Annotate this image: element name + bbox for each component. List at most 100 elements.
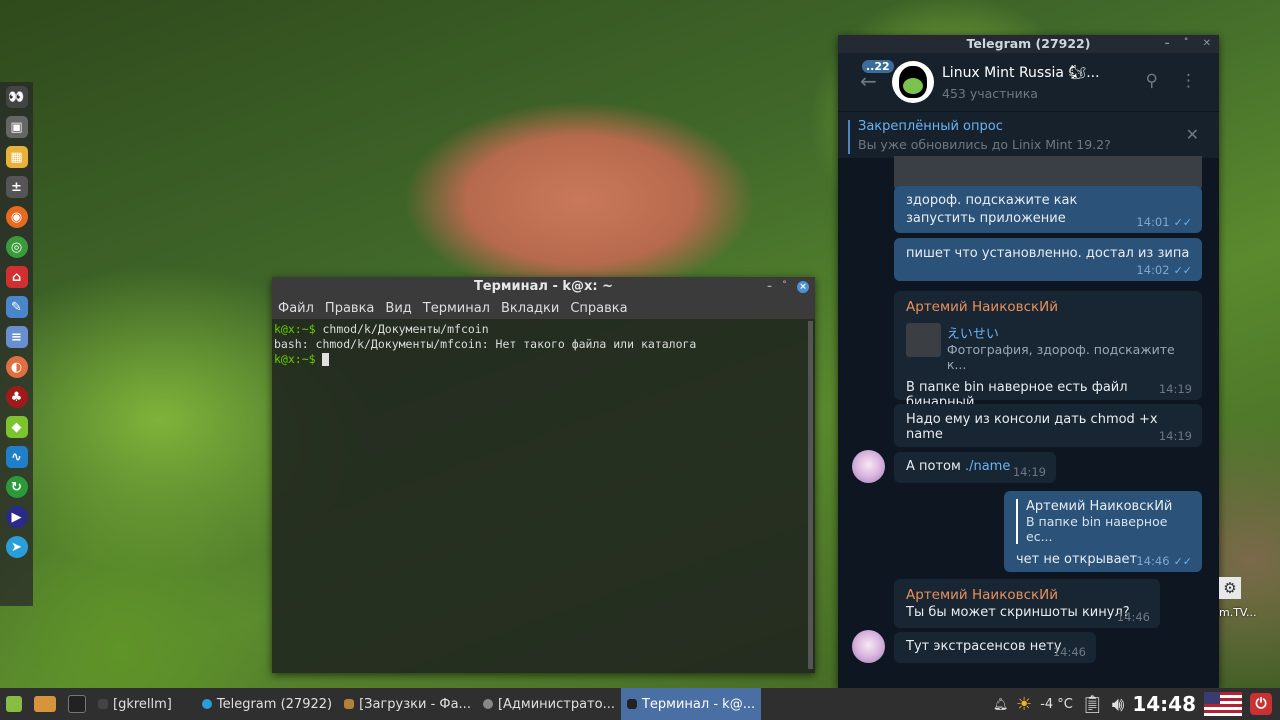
message-text: пишет что установленно. достал из зипа xyxy=(906,246,1190,261)
keyboard-layout-flag-icon[interactable] xyxy=(1204,692,1242,716)
eyes-icon[interactable]: 👀 xyxy=(5,86,28,108)
message-time: 14:19 xyxy=(1158,382,1192,396)
cherry-icon[interactable]: ♣ xyxy=(5,386,28,408)
telegram-dock-icon[interactable]: ➤ xyxy=(5,536,28,558)
taskbar-item-label: [Загрузки - Фа... xyxy=(359,696,471,712)
files-launcher[interactable] xyxy=(28,688,62,720)
terminal-launcher[interactable] xyxy=(62,688,92,720)
terminal-scrollbar[interactable] xyxy=(808,321,813,669)
message-time: 14:19 xyxy=(1012,465,1046,479)
message-time: 14:46 xyxy=(1136,554,1170,568)
cube-app-icon[interactable]: ◆ xyxy=(5,416,28,438)
menu-tabs[interactable]: Вкладки xyxy=(501,301,559,316)
menu-terminal[interactable]: Терминал xyxy=(423,301,490,316)
message-bubble[interactable]: пишет что установленно. достал из зипа 1… xyxy=(894,238,1202,281)
message-sender[interactable]: Артемий НаиковскИй xyxy=(906,299,1190,315)
terminal-line: k@x:~$ xyxy=(274,352,813,367)
menu-help[interactable]: Справка xyxy=(570,301,627,316)
chromium-icon[interactable]: ◐ xyxy=(5,356,28,378)
close-button[interactable]: ✕ xyxy=(1203,35,1211,53)
terminal-titlebar[interactable]: Терминал - k@x: ~ – ˚ × xyxy=(272,277,815,297)
terminal-input xyxy=(316,352,323,366)
message-bubble[interactable]: здороф. подскажите как запустить приложе… xyxy=(894,186,1202,233)
user-avatar[interactable] xyxy=(852,630,885,663)
calculator-icon[interactable]: ± xyxy=(5,176,28,198)
taskbar-item-label: Терминал - k@... xyxy=(641,696,756,712)
message-text: А потом xyxy=(906,459,965,474)
message-time: 14:01 xyxy=(1136,215,1170,229)
folder-icon xyxy=(34,696,56,712)
window-icon xyxy=(98,699,108,709)
left-dock: 👀 ▣ ▦ ± ◉ ◎ ⌂ ✎ ≡ ◐ ♣ ◆ ∿ ↻ ▶ ➤ xyxy=(0,82,33,606)
volume-icon[interactable]: 🔊︎ xyxy=(1112,692,1125,716)
app-store-icon[interactable]: ⌂ xyxy=(5,266,28,288)
read-check-icon: ✓✓ xyxy=(1173,216,1192,229)
taskbar-item-label: Telegram (27922) xyxy=(216,696,333,712)
mint-logo-icon xyxy=(6,696,22,712)
media-player-icon[interactable]: ▶ xyxy=(5,506,28,528)
maximize-button[interactable]: ˚ xyxy=(782,277,787,297)
message-sender[interactable]: Артемий НаиковскИй xyxy=(906,587,1148,603)
sync-app-icon[interactable]: ↻ xyxy=(5,476,28,498)
minimize-button[interactable]: – xyxy=(767,277,772,297)
system-monitor-icon[interactable]: ∿ xyxy=(5,446,28,468)
show-desktop-icon[interactable]: ▣ xyxy=(5,116,28,138)
close-button[interactable]: × xyxy=(797,281,809,293)
more-options-icon[interactable]: ⋮ xyxy=(1180,71,1197,91)
close-pinned-icon[interactable]: ✕ xyxy=(1186,125,1199,144)
message-bubble[interactable]: Артемий НаиковскИй Ты бы может скриншоты… xyxy=(894,579,1160,628)
message-text: Ты бы может скриншоты кинул? xyxy=(906,605,1130,620)
minimize-button[interactable]: – xyxy=(1165,35,1170,53)
message-text: здороф. подскажите как запустить приложе… xyxy=(906,193,1078,226)
mint-menu-button[interactable] xyxy=(0,688,28,720)
gear-icon[interactable]: ⚙ xyxy=(1219,577,1241,599)
terminal-window[interactable]: Терминал - k@x: ~ – ˚ × Файл Правка Вид … xyxy=(272,277,815,673)
weather-icon[interactable]: ☀ xyxy=(1016,694,1032,715)
pinned-message[interactable]: Закреплённый опрос Вы уже обновились до … xyxy=(838,111,1219,158)
quote-thumbnail xyxy=(906,323,941,357)
chat-title[interactable]: Linux Mint Russia 🐿... xyxy=(942,65,1100,81)
terminal-prompt: k@x:~$ xyxy=(274,352,316,366)
message-bubble[interactable]: А потом ./name 14:19 xyxy=(894,452,1056,483)
taskbar-item-terminal[interactable]: Терминал - k@... xyxy=(620,688,762,720)
terminal-content[interactable]: k@x:~$ chmod/k/Документы/mfcoin bash: ch… xyxy=(272,319,815,370)
weather-temperature[interactable]: -4 °C xyxy=(1040,697,1073,712)
power-icon[interactable]: ⏻ xyxy=(1250,693,1272,715)
message-link[interactable]: ./name xyxy=(965,459,1010,474)
files-app-icon[interactable]: ▦ xyxy=(5,146,28,168)
photo-preview[interactable] xyxy=(894,156,1202,190)
message-text: Надо ему из консоли дать chmod +x name xyxy=(906,412,1158,442)
search-icon[interactable]: ⚲ xyxy=(1146,71,1158,91)
message-list[interactable]: здороф. подскажите как запустить приложе… xyxy=(838,156,1219,688)
taskbar-item-telegram[interactable]: Telegram (27922) xyxy=(178,688,338,720)
message-time: 14:46 xyxy=(1052,645,1086,659)
quote-text: Фотография, здороф. подскажите к... xyxy=(946,342,1175,372)
maximize-button[interactable]: ˚ xyxy=(1184,35,1189,53)
browser-icon xyxy=(482,699,493,709)
firefox-icon[interactable]: ◉ xyxy=(5,206,28,228)
message-bubble[interactable]: Надо ему из консоли дать chmod +x name 1… xyxy=(894,404,1202,447)
message-bubble[interactable]: Артемий НаиковскИй えいせい Фотография, здор… xyxy=(894,291,1202,410)
menu-edit[interactable]: Правка xyxy=(325,301,374,316)
taskbar-item-gkrellm[interactable]: [gkrellm] xyxy=(92,688,178,720)
message-bubble[interactable]: Тут экстрасенсов нету 14:46 xyxy=(894,632,1096,663)
text-editor-icon[interactable]: ≡ xyxy=(5,326,28,348)
folder-icon xyxy=(344,699,355,709)
unread-count: 22 xyxy=(874,60,890,73)
chat-avatar[interactable] xyxy=(892,61,934,103)
taskbar-item-downloads[interactable]: [Загрузки - Фа... xyxy=(338,688,477,720)
quote-text: В папке bin наверное ес... xyxy=(1026,514,1168,544)
clipboard-icon[interactable]: 📋︎ xyxy=(1081,694,1104,715)
image-editor-icon[interactable]: ✎ xyxy=(5,296,28,318)
menu-file[interactable]: Файл xyxy=(278,301,314,316)
taskbar-item-admin[interactable]: [Администрато... xyxy=(477,688,621,720)
notification-bell-icon[interactable]: 🔔︎ xyxy=(993,697,1008,711)
message-bubble[interactable]: Артемий НаиковскИй В папке bin наверное … xyxy=(1004,491,1202,572)
chrome-icon[interactable]: ◎ xyxy=(5,236,28,258)
desktop-widget-label: m.TV... xyxy=(1219,606,1257,619)
clock[interactable]: 14:48 xyxy=(1132,692,1196,716)
telegram-titlebar[interactable]: Telegram (27922) – ˚ ✕ xyxy=(838,35,1219,53)
menu-view[interactable]: Вид xyxy=(385,301,411,316)
user-avatar[interactable] xyxy=(852,450,885,483)
telegram-window[interactable]: Telegram (27922) – ˚ ✕ ← ..22 Linux Mint R… xyxy=(838,35,1219,688)
